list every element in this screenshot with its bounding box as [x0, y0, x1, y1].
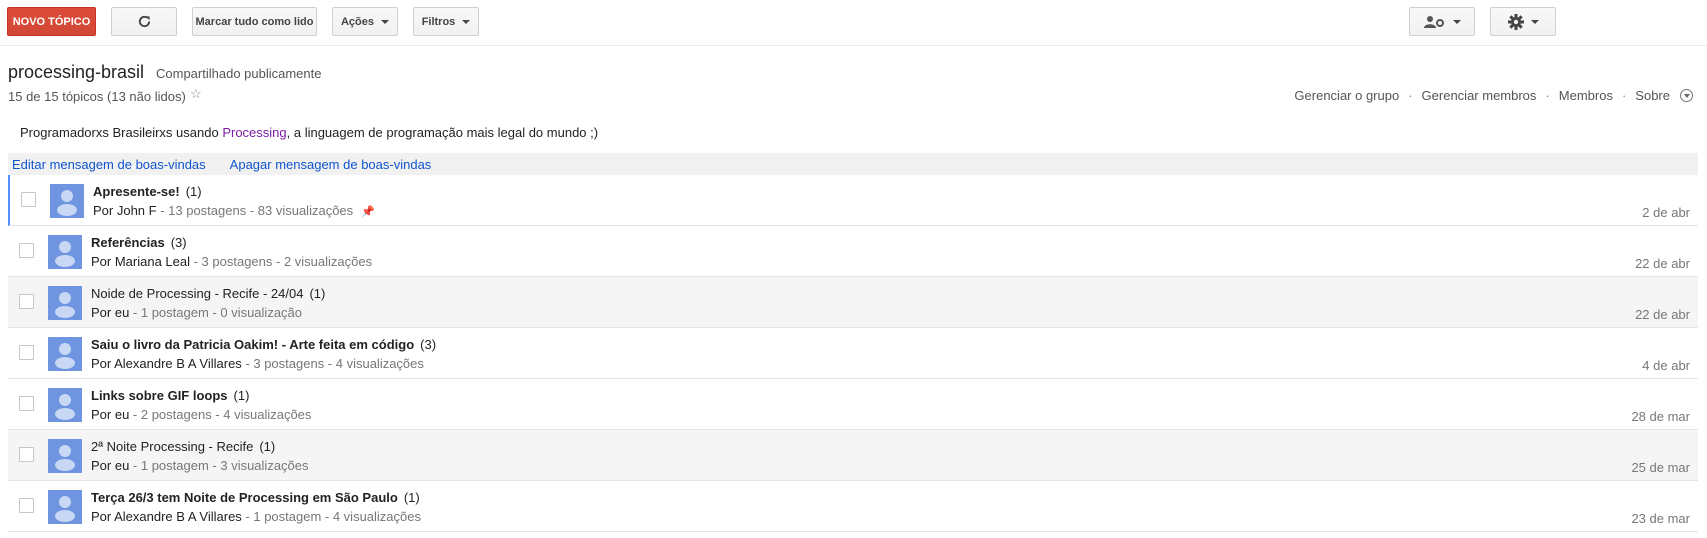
- processing-link[interactable]: Processing: [222, 125, 286, 140]
- welcome-actions-bar: Editar mensagem de boas-vindas Apagar me…: [8, 153, 1698, 176]
- actions-dropdown[interactable]: Ações: [332, 7, 398, 36]
- topic-title[interactable]: Apresente-se! (1): [93, 184, 202, 199]
- topic-row[interactable]: Noide de Processing - Recife - 24/04 (1) …: [8, 277, 1698, 328]
- group-links: Gerenciar o grupo · Gerenciar membros · …: [1294, 88, 1707, 103]
- topic-meta: Por eu - 1 postagem - 0 visualização: [91, 305, 303, 320]
- topic-checkbox[interactable]: [19, 243, 34, 258]
- topic-row[interactable]: Saiu o livro da Patricia Oakim! - Arte f…: [8, 328, 1698, 379]
- topic-meta: Por Alexandre B A Villares - 3 postagens…: [91, 356, 424, 371]
- separator: ·: [1545, 88, 1550, 103]
- member-settings-button[interactable]: [1409, 7, 1475, 36]
- topic-checkbox[interactable]: [19, 447, 34, 462]
- new-topic-button[interactable]: NOVO TÓPICO: [7, 7, 96, 36]
- topic-row[interactable]: Referências (3) Por Mariana Leal - 3 post…: [8, 226, 1698, 277]
- delete-welcome-link[interactable]: Apagar mensagem de boas-vindas: [230, 157, 432, 172]
- topic-meta: Por eu - 1 postagem - 3 visualizações: [91, 458, 309, 473]
- mark-all-read-button[interactable]: Marcar tudo como lido: [192, 7, 317, 36]
- topic-list: Apresente-se! (1) Por John F - 13 postage…: [8, 175, 1698, 532]
- share-status: Compartilhado publicamente: [156, 66, 322, 81]
- refresh-icon: [138, 15, 150, 28]
- topic-checkbox[interactable]: [19, 498, 34, 513]
- topic-meta: Por eu - 2 postagens - 4 visualizações: [91, 407, 312, 422]
- manage-members-link[interactable]: Gerenciar membros: [1422, 88, 1537, 103]
- topic-checkbox[interactable]: [19, 396, 34, 411]
- welcome-message: Programadorxs Brasileirxs usando Process…: [20, 125, 598, 140]
- topic-date: 2 de abr: [1642, 205, 1690, 220]
- avatar: [48, 337, 82, 371]
- topic-checkbox[interactable]: [21, 192, 36, 207]
- gear-icon: [1507, 13, 1524, 30]
- topic-title[interactable]: Terça 26/3 tem Noite de Processing em Sã…: [91, 490, 420, 505]
- topic-date: 4 de abr: [1642, 358, 1690, 373]
- topic-title[interactable]: Referências (3): [91, 235, 187, 250]
- topic-date: 22 de abr: [1635, 256, 1690, 271]
- collapse-icon[interactable]: [1680, 89, 1693, 102]
- pin-icon: 📌: [361, 206, 375, 218]
- topic-row[interactable]: Apresente-se! (1) Por John F - 13 postage…: [8, 175, 1698, 226]
- manage-group-link[interactable]: Gerenciar o grupo: [1294, 88, 1399, 103]
- topic-row[interactable]: Links sobre GIF loops (1) Por eu - 2 post…: [8, 379, 1698, 430]
- separator: ·: [1621, 88, 1627, 103]
- avatar: [48, 439, 82, 473]
- user-settings-icon: [1423, 15, 1444, 28]
- about-link[interactable]: Sobre: [1635, 88, 1670, 103]
- topic-checkbox[interactable]: [19, 294, 34, 309]
- separator: ·: [1408, 88, 1413, 103]
- welcome-text-before: Programadorxs Brasileirxs usando: [20, 125, 223, 140]
- topic-row[interactable]: Terça 26/3 tem Noite de Processing em Sã…: [8, 481, 1698, 532]
- group-name: processing-brasil: [8, 62, 145, 82]
- chevron-down-icon: [381, 19, 390, 24]
- topic-date: 28 de mar: [1631, 409, 1690, 424]
- topic-meta: Por Alexandre B A Villares - 1 postagem …: [91, 509, 421, 524]
- avatar: [48, 388, 82, 422]
- topic-row[interactable]: 2ª Noite Processing - Recife (1) Por eu -…: [8, 430, 1698, 481]
- chevron-down-icon: [462, 19, 471, 24]
- mark-all-read-label: Marcar tudo como lido: [195, 15, 314, 28]
- topic-meta: Por Mariana Leal - 3 postagens - 2 visua…: [91, 254, 373, 269]
- topic-date: 25 de mar: [1631, 460, 1690, 475]
- filters-label: Filtros: [421, 15, 456, 28]
- avatar: [48, 235, 82, 269]
- avatar: [48, 490, 82, 524]
- topic-date: 23 de mar: [1631, 511, 1690, 526]
- refresh-button[interactable]: [111, 7, 177, 36]
- topic-title[interactable]: 2ª Noite Processing - Recife (1): [91, 439, 275, 454]
- actions-label: Ações: [340, 15, 375, 28]
- members-link[interactable]: Membros: [1559, 88, 1613, 103]
- topic-count: 15 de 15 tópicos (13 não lidos): [8, 89, 186, 104]
- topic-title[interactable]: Saiu o livro da Patricia Oakim! - Arte f…: [91, 337, 436, 352]
- filters-dropdown[interactable]: Filtros: [413, 7, 479, 36]
- chevron-down-icon: [1530, 19, 1539, 24]
- settings-button[interactable]: [1490, 7, 1556, 36]
- welcome-text-after: , a linguagem de programação mais legal …: [286, 125, 599, 140]
- avatar: [50, 184, 84, 218]
- topic-date: 22 de abr: [1635, 307, 1690, 322]
- topic-title[interactable]: Links sobre GIF loops (1): [91, 388, 249, 403]
- star-icon[interactable]: ☆: [190, 86, 202, 102]
- new-topic-label: NOVO TÓPICO: [12, 15, 91, 28]
- edit-welcome-link[interactable]: Editar mensagem de boas-vindas: [12, 157, 206, 172]
- avatar: [48, 286, 82, 320]
- toolbar: NOVO TÓPICO Marcar tudo como lido Ações …: [0, 0, 1707, 46]
- topic-title[interactable]: Noide de Processing - Recife - 24/04 (1): [91, 286, 325, 301]
- chevron-down-icon: [1452, 19, 1461, 24]
- topic-checkbox[interactable]: [19, 345, 34, 360]
- topic-meta: Por John F - 13 postagens - 83 visualiza…: [93, 203, 375, 218]
